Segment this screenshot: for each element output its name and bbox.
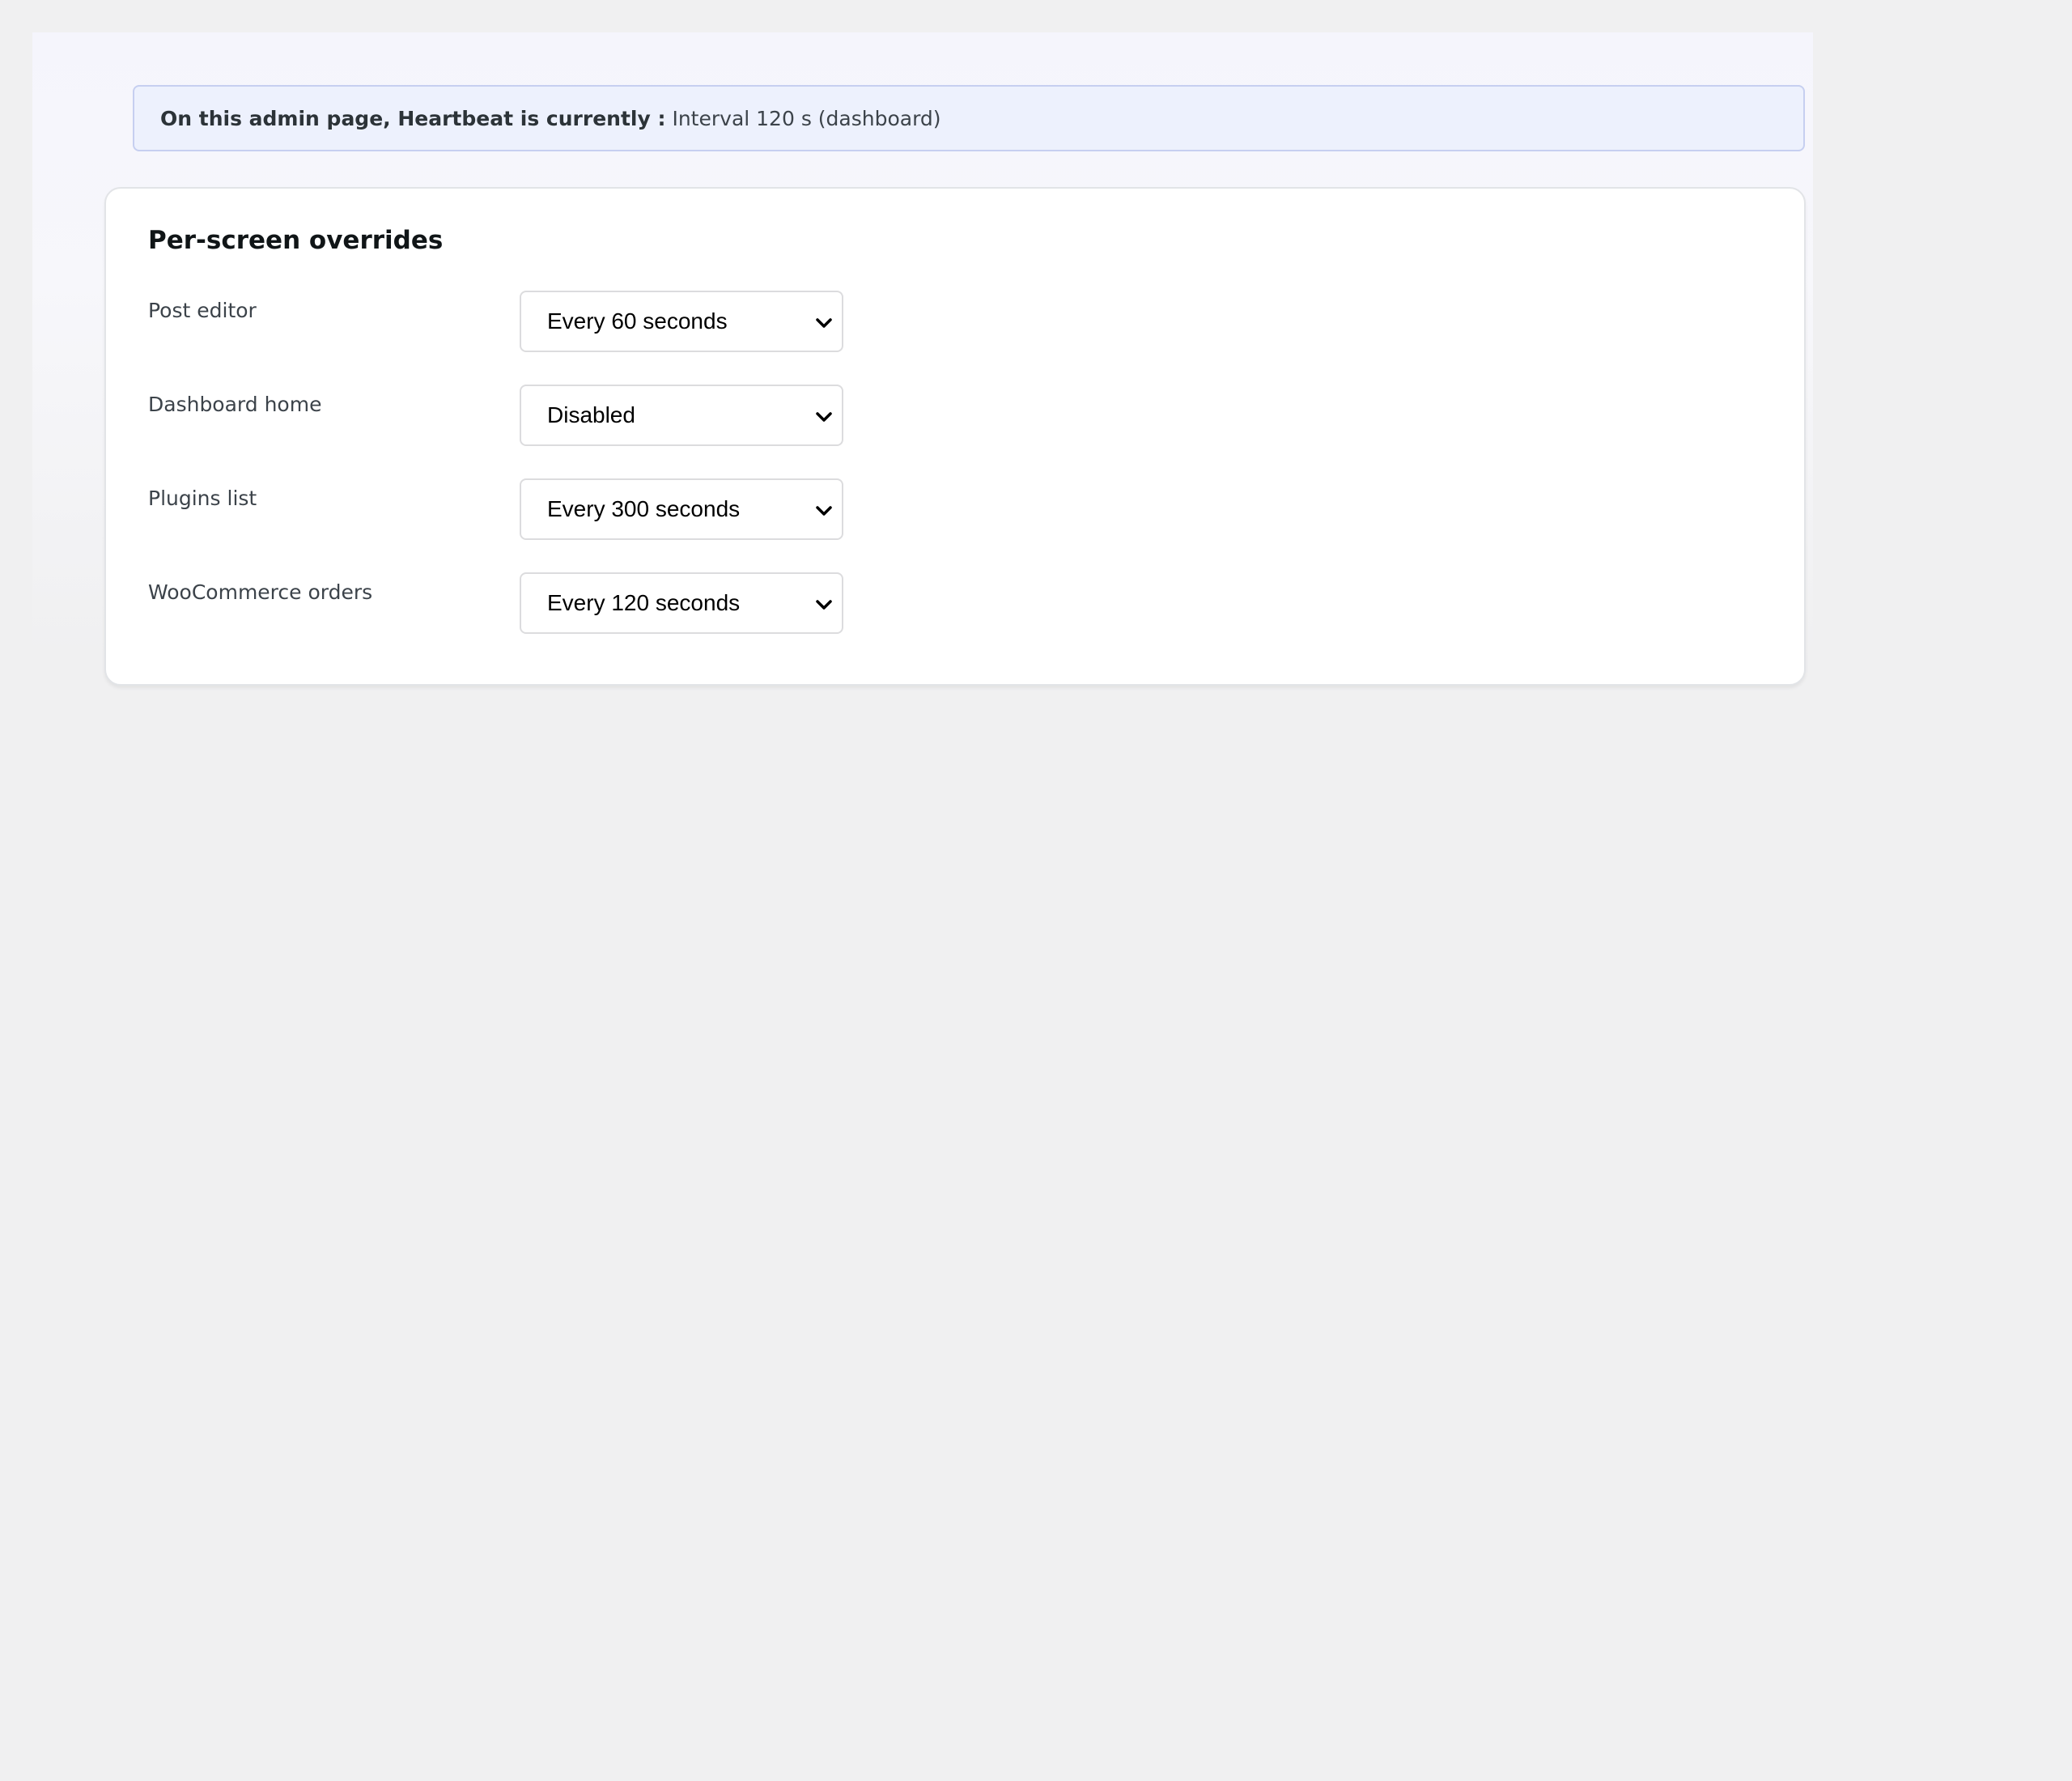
notice-label: On this admin page, Heartbeat is current… <box>160 106 666 130</box>
override-row-dashboard-home: Dashboard home Disabled <box>148 385 957 446</box>
select-value: Disabled <box>547 402 635 427</box>
row-label: WooCommerce orders <box>148 580 373 604</box>
plugins-list-select[interactable]: Every 300 seconds <box>520 478 843 540</box>
select-value: Every 300 seconds <box>547 496 741 521</box>
override-row-woocommerce-orders: WooCommerce orders Every 120 seconds <box>148 572 957 634</box>
dashboard-home-select[interactable]: Disabled <box>520 385 843 446</box>
notice-value: Interval 120 s (dashboard) <box>672 106 941 130</box>
chevron-down-icon <box>816 412 832 422</box>
card-title: Per-screen overrides <box>148 226 444 255</box>
heartbeat-status-notice: On this admin page, Heartbeat is current… <box>133 85 1805 151</box>
chevron-down-icon <box>816 506 832 516</box>
chevron-down-icon <box>816 318 832 328</box>
select-value: Every 60 seconds <box>547 308 728 334</box>
chevron-down-icon <box>816 600 832 610</box>
select-value: Every 120 seconds <box>547 590 741 615</box>
row-label: Post editor <box>148 299 257 322</box>
post-editor-select[interactable]: Every 60 seconds <box>520 291 843 352</box>
per-screen-overrides-card: Per-screen overrides Post editor Every 6… <box>104 187 1806 686</box>
override-row-plugins-list: Plugins list Every 300 seconds <box>148 478 957 540</box>
row-label: Plugins list <box>148 487 257 510</box>
row-label: Dashboard home <box>148 393 322 416</box>
woocommerce-orders-select[interactable]: Every 120 seconds <box>520 572 843 634</box>
override-row-post-editor: Post editor Every 60 seconds <box>148 291 957 352</box>
page-background: On this admin page, Heartbeat is current… <box>32 32 1813 686</box>
